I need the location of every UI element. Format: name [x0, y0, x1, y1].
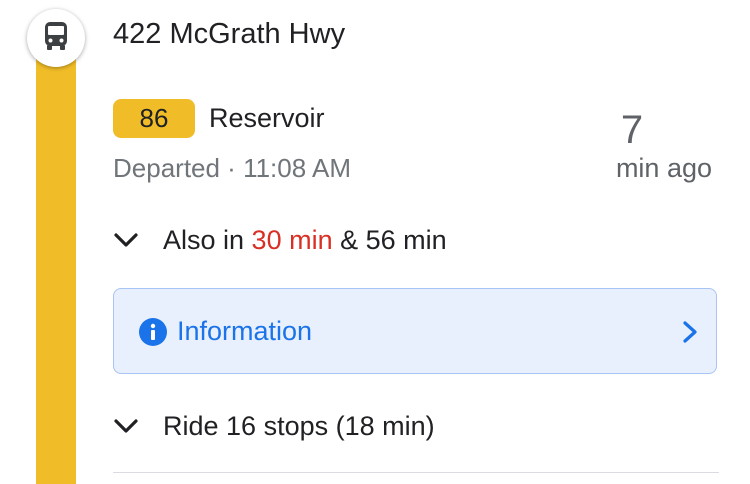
stop-marker: [27, 9, 85, 67]
chevron-down-icon: [113, 215, 163, 265]
route-line: [36, 40, 76, 484]
also-prefix: Also in: [163, 224, 252, 255]
ride-stops-toggle[interactable]: Ride 16 stops (18 min): [113, 401, 435, 451]
divider: [113, 472, 719, 473]
also-first-time: 30 min: [251, 224, 333, 255]
minutes-unit: min ago: [615, 153, 712, 183]
chevron-down-icon: [113, 401, 163, 451]
also-departures-toggle[interactable]: Also in 30 min & 56 min: [113, 215, 447, 265]
bus-icon: [42, 21, 70, 56]
departure-status: Departed · 11:08 AM: [113, 153, 351, 183]
ride-label: Ride 16 stops (18 min): [163, 410, 435, 441]
information-label: Information: [177, 316, 313, 346]
stop-name: 422 McGrath Hwy: [113, 18, 346, 50]
also-second-time: 56 min: [365, 224, 447, 255]
route-badge: 86: [113, 99, 195, 138]
info-icon: [139, 318, 167, 346]
information-card[interactable]: Information: [113, 288, 717, 374]
chevron-right-icon: [680, 320, 700, 344]
destination-label: Reservoir: [209, 103, 325, 133]
also-separator: &: [332, 224, 366, 255]
minutes-value: 7: [620, 108, 644, 152]
